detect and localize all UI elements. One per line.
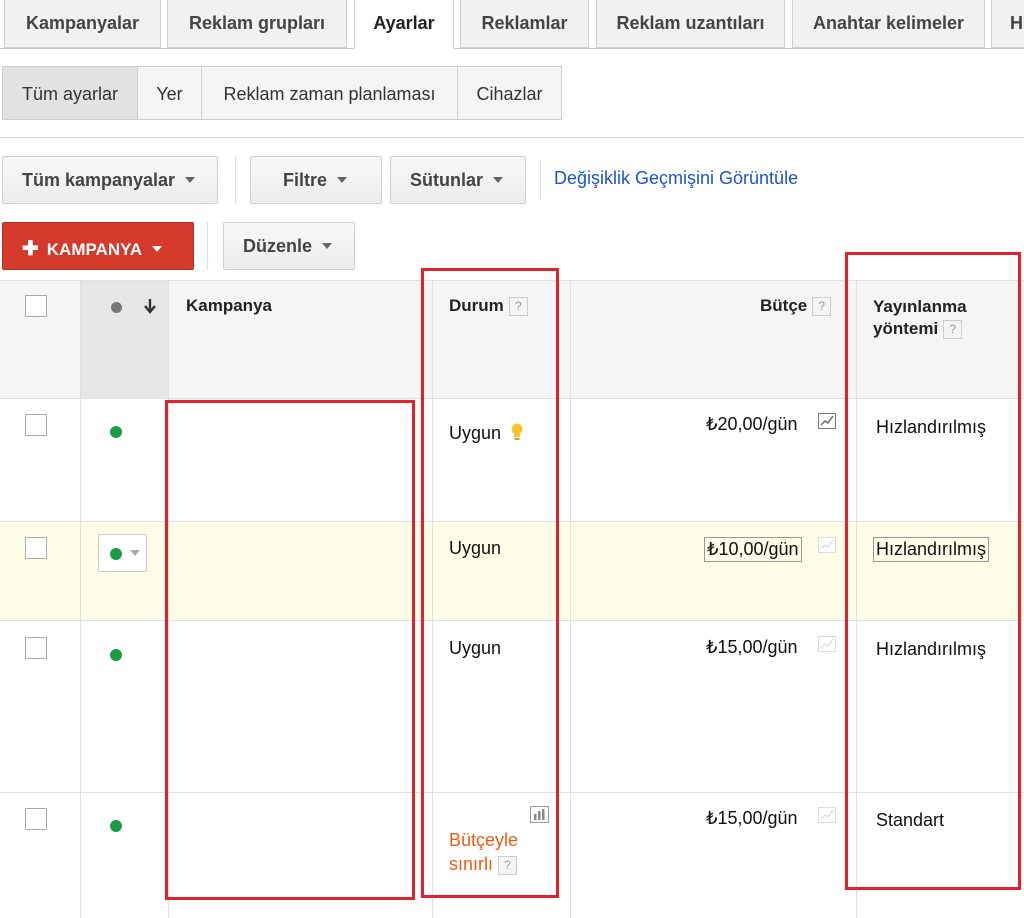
status-dot-icon <box>111 302 122 313</box>
add-campaign-button[interactable]: ✚ KAMPANYA <box>2 222 194 270</box>
row-budget[interactable]: ₺15,00/gün <box>706 808 798 829</box>
subtab-all-settings[interactable]: Tüm ayarlar <box>2 66 138 120</box>
tab-anahtar-kelimeler[interactable]: Anahtar kelimeler <box>792 0 985 48</box>
grid-line <box>80 280 81 918</box>
column-header-budget[interactable]: Bütçe? <box>760 296 832 317</box>
filter-dropdown[interactable]: Filtre <box>250 156 382 204</box>
all-campaigns-dropdown[interactable]: Tüm kampanyalar <box>2 156 218 204</box>
row-checkbox[interactable] <box>25 637 47 659</box>
row-budget[interactable]: ₺15,00/gün <box>706 637 798 658</box>
chevron-down-icon <box>322 242 333 249</box>
row-checkbox[interactable] <box>25 537 47 559</box>
divider <box>0 137 1024 138</box>
plus-icon: ✚ <box>22 238 39 260</box>
row-checkbox[interactable] <box>25 414 47 436</box>
tab-reklamlar[interactable]: Reklamlar <box>460 0 589 48</box>
enabled-status-icon[interactable] <box>110 426 122 438</box>
status-dropdown[interactable] <box>98 534 147 572</box>
tab-reklam-gruplari[interactable]: Reklam grupları <box>167 0 347 48</box>
row-budget[interactable]: ₺20,00/gün <box>706 414 798 435</box>
chevron-down-icon <box>337 176 348 183</box>
highlight-box-status <box>421 268 559 898</box>
budget-chart-icon[interactable] <box>818 413 836 429</box>
grid-line <box>570 280 571 918</box>
filter-label: Filtre <box>283 170 328 190</box>
budget-chart-icon[interactable] <box>818 537 836 553</box>
subtab-ad-schedule[interactable]: Reklam zaman planlaması <box>201 66 458 120</box>
highlight-box-campaign <box>165 400 415 900</box>
columns-dropdown[interactable]: Sütunlar <box>390 156 526 204</box>
edit-label: Düzenle <box>243 236 313 256</box>
budget-chart-icon[interactable] <box>818 636 836 652</box>
chevron-down-icon <box>185 176 196 183</box>
budget-chart-icon[interactable] <box>818 807 836 823</box>
toolbar-separator <box>207 222 208 270</box>
budget-header-label: Bütçe <box>760 296 808 315</box>
edit-dropdown[interactable]: Düzenle <box>223 222 355 270</box>
chevron-down-icon <box>130 550 140 556</box>
enabled-status-icon[interactable] <box>110 820 122 832</box>
tab-kampanyalar[interactable]: Kampanyalar <box>4 0 161 48</box>
change-history-link[interactable]: Değişiklik Geçmişini Görüntüle <box>554 168 798 189</box>
columns-label: Sütunlar <box>410 170 484 190</box>
tab-ayarlar[interactable]: Ayarlar <box>354 0 454 49</box>
all-campaigns-label: Tüm kampanyalar <box>22 170 176 190</box>
enabled-status-icon[interactable] <box>110 649 122 661</box>
sort-arrow-down-icon[interactable] <box>143 298 157 314</box>
toolbar-separator <box>540 160 541 200</box>
select-all-checkbox[interactable] <box>25 295 47 317</box>
help-icon[interactable]: ? <box>812 297 832 317</box>
campaign-tab-bar: Kampanyalar Reklam grupları Ayarlar Rekl… <box>0 0 1024 49</box>
chevron-down-icon <box>493 176 504 183</box>
toolbar-separator <box>235 156 236 204</box>
chevron-down-icon <box>152 246 163 253</box>
column-header-campaign[interactable]: Kampanya <box>186 296 272 316</box>
row-budget-edit[interactable]: ₺10,00/gün <box>704 537 802 562</box>
subtab-devices[interactable]: Cihazlar <box>457 66 562 120</box>
highlight-box-delivery <box>845 252 1021 890</box>
add-campaign-label: KAMPANYA <box>46 240 143 259</box>
tab-reklam-uzantilari[interactable]: Reklam uzantıları <box>596 0 785 48</box>
tab-overflow[interactable]: H <box>991 0 1024 48</box>
subtab-location[interactable]: Yer <box>137 66 202 120</box>
row-checkbox[interactable] <box>25 808 47 830</box>
enabled-status-icon <box>110 548 122 560</box>
